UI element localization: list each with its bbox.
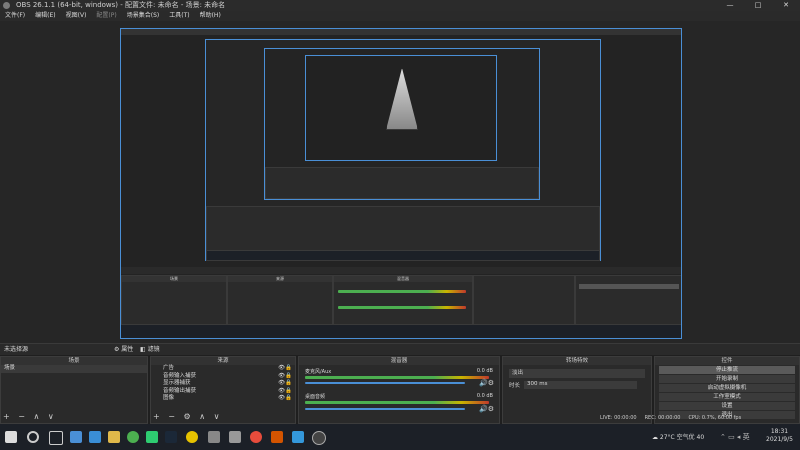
no-source-label: 未选择源 — [4, 346, 29, 353]
mic-channel-label: 麦克风/Aux — [305, 369, 332, 375]
transitions-title: 转场特效 — [503, 357, 651, 365]
cpu-fps: CPU: 0.7%, 60.00 fps — [688, 415, 742, 421]
source-item[interactable]: 显示器捕获 👁🔒 — [151, 380, 295, 388]
mixer-dock: 混音器 麦克风/Aux 0.0 dB 🔊⚙ 桌面音频 0.0 dB 🔊⚙ — [298, 356, 500, 424]
nested-scenes-dock: 场景 — [121, 275, 227, 325]
sources-title: 来源 — [151, 357, 295, 365]
rec-time: REC: 00:00:00 — [644, 415, 681, 421]
minimize-button[interactable]: — — [716, 0, 744, 11]
menu-file[interactable]: 文件(F) — [0, 11, 30, 21]
weather[interactable]: ☁ 27°C 空气优 40 — [652, 432, 704, 441]
menu-tools[interactable]: 工具(T) — [164, 11, 194, 21]
app-icon[interactable] — [250, 431, 262, 443]
menu-view[interactable]: 视图(V) — [61, 11, 92, 21]
nested-preview-3 — [305, 55, 497, 161]
menu-bar: 文件(F) 编辑(E) 视图(V) 配置(P) 场景集合(S) 工具(T) 帮助… — [0, 11, 800, 21]
desktop-db-label: 0.0 dB — [476, 393, 493, 399]
nested-docks-1 — [206, 206, 600, 252]
filters-button[interactable]: ◧ 滤镜 — [140, 344, 160, 356]
scene-item[interactable]: 场景 — [1, 365, 147, 373]
desktop-meter — [305, 401, 489, 404]
controls-dock: 控件 停止推流 开始录制 启动虚拟摄像机 工作室模式 设置 退出 — [654, 356, 800, 424]
status-bar: LIVE: 00:00:00 REC: 00:00:00 CPU: 0.7%, … — [600, 415, 741, 421]
obs-logo-icon — [3, 2, 10, 9]
obs-icon[interactable] — [312, 431, 326, 445]
stop-streaming-button[interactable]: 停止推流 — [659, 366, 795, 374]
nested-recursion-peak — [386, 68, 418, 130]
taskbar: ☁ 27°C 空气优 40 ⌃ ▭ ◂ 英 18:31 2021/9/5 — [0, 424, 800, 450]
nested-taskbar-0 — [121, 325, 681, 338]
source-item[interactable]: 音频输出捕获 👁🔒 — [151, 388, 295, 396]
menu-scene-collection[interactable]: 场景集合(S) — [122, 11, 165, 21]
mail-icon[interactable] — [89, 431, 101, 443]
start-recording-button[interactable]: 开始录制 — [659, 375, 795, 383]
sources-toolbar[interactable]: + − ⚙ ∧ ∨ — [153, 412, 222, 421]
source-toolbar: 未选择源 ⚙ 属性 ◧ 滤镜 — [0, 343, 800, 355]
properties-button[interactable]: ⚙ 属性 — [114, 344, 133, 356]
transition-select[interactable]: 淡出 — [509, 369, 645, 378]
desktop-volume-slider[interactable] — [305, 408, 465, 410]
browser-icon[interactable] — [292, 431, 304, 443]
title-bar: OBS 26.1.1 (64-bit, windows) - 配置文件: 未命名… — [0, 0, 800, 11]
settings-button[interactable]: 设置 — [659, 402, 795, 410]
nested-sources-dock: 来源 — [227, 275, 333, 325]
menu-edit[interactable]: 编辑(E) — [30, 11, 60, 21]
close-button[interactable]: ✕ — [772, 0, 800, 11]
live-time: LIVE: 00:00:00 — [600, 415, 637, 421]
app2-icon[interactable] — [271, 431, 283, 443]
mic-volume-slider[interactable] — [305, 382, 465, 384]
scenes-dock: 场景 场景 + − ∧ ∨ — [0, 356, 148, 424]
transitions-dock: 转场特效 淡出 时长 300 ms — [502, 356, 652, 424]
nested-preview-1 — [205, 39, 601, 261]
controls-title: 控件 — [655, 357, 799, 365]
nested-preview-2 — [264, 48, 540, 200]
menu-help[interactable]: 帮助(H) — [195, 11, 226, 21]
nested-titlebar — [121, 29, 681, 35]
desktop-speaker-icon[interactable]: 🔊⚙ — [479, 405, 494, 413]
desktop-channel-label: 桌面音频 — [305, 394, 326, 400]
folder-icon[interactable] — [108, 431, 120, 443]
mic-db-label: 0.0 dB — [476, 368, 493, 374]
source-item[interactable]: 广告 👁🔒 — [151, 365, 295, 373]
task-view-icon[interactable] — [49, 431, 63, 445]
wechat-icon[interactable] — [146, 431, 158, 443]
chrome-icon[interactable] — [127, 431, 139, 443]
nested-taskbar-1 — [206, 250, 600, 261]
sources-dock: 来源 广告 👁🔒 音频输入捕获 👁🔒 显示器捕获 👁🔒 音频输出捕获 👁🔒 图像 👁🔒 +… — [150, 356, 296, 424]
nested-scene-bar — [121, 267, 681, 274]
nested-transitions-dock — [473, 275, 575, 325]
nested-controls-dock — [575, 275, 681, 325]
duration-label: 时长 — [509, 383, 521, 389]
window-title: OBS 26.1.1 (64-bit, windows) - 配置文件: 未命名… — [16, 1, 226, 9]
explorer-icon[interactable] — [208, 431, 220, 443]
source-item[interactable]: 音频输入捕获 👁🔒 — [151, 373, 295, 381]
clock[interactable]: 18:31 2021/9/5 — [766, 428, 793, 444]
preview-canvas[interactable]: 场景 来源 混音器 — [120, 28, 682, 339]
menu-profile[interactable]: 配置(P) — [91, 11, 121, 21]
video-icon[interactable] — [229, 431, 241, 443]
duration-input[interactable]: 300 ms — [524, 381, 638, 389]
search-icon[interactable] — [27, 431, 39, 443]
windows-icon[interactable] — [5, 431, 17, 443]
maximize-button[interactable]: □ — [744, 0, 772, 11]
tray-icons[interactable]: ⌃ ▭ ◂ 英 — [720, 432, 750, 442]
mic-meter — [305, 376, 489, 379]
steam-icon[interactable] — [165, 431, 177, 443]
studio-mode-button[interactable]: 工作室模式 — [659, 393, 795, 401]
mixer-title: 混音器 — [299, 357, 499, 365]
scenes-toolbar[interactable]: + − ∧ ∨ — [3, 412, 57, 421]
chat-icon[interactable] — [70, 431, 82, 443]
virtual-camera-button[interactable]: 启动虚拟摄像机 — [659, 384, 795, 392]
game-icon[interactable] — [186, 431, 198, 443]
source-item[interactable]: 图像 👁🔒 — [151, 395, 295, 403]
scenes-title: 场景 — [1, 357, 147, 365]
nested-docks-2 — [265, 167, 539, 199]
mic-speaker-icon[interactable]: 🔊⚙ — [479, 379, 494, 387]
nested-mixer-dock: 混音器 — [333, 275, 473, 325]
